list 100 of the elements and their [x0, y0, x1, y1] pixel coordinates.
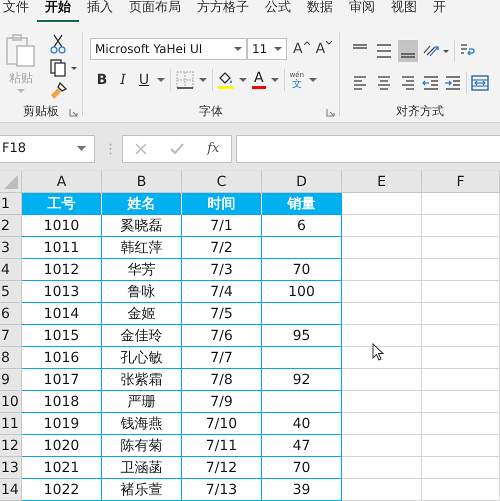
table-cell[interactable]: 7/6 — [182, 325, 262, 347]
table-cell[interactable]: 7/9 — [182, 391, 262, 413]
table-cell[interactable]: 7/7 — [182, 347, 262, 369]
table-cell[interactable]: 95 — [262, 325, 342, 347]
dropdown-arrow-icon[interactable] — [157, 78, 165, 82]
table-cell[interactable] — [422, 281, 500, 303]
grip-icon[interactable] — [109, 142, 112, 154]
table-cell[interactable]: 1018 — [22, 391, 102, 413]
table-cell[interactable] — [342, 259, 422, 281]
insert-function-button[interactable]: fx — [207, 141, 220, 156]
table-cell[interactable]: 6 — [262, 215, 342, 237]
cut-icon[interactable] — [50, 34, 66, 54]
table-cell[interactable]: 1015 — [22, 325, 102, 347]
table-cell[interactable]: 1014 — [22, 303, 102, 325]
table-cell[interactable] — [342, 435, 422, 457]
ribbon-tab[interactable]: 审阅 — [341, 0, 383, 22]
row-header[interactable]: 13 — [0, 457, 22, 479]
ribbon-tab[interactable]: 插入 — [79, 0, 121, 22]
check-icon[interactable] — [170, 142, 184, 154]
table-cell[interactable]: 100 — [262, 281, 342, 303]
dialog-launcher-icon[interactable] — [69, 108, 78, 117]
table-cell[interactable]: 7/3 — [182, 259, 262, 281]
ribbon-tab[interactable]: 开 — [425, 0, 454, 22]
table-cell[interactable] — [342, 303, 422, 325]
table-cell[interactable]: 39 — [262, 479, 342, 501]
table-cell[interactable]: 1013 — [22, 281, 102, 303]
table-cell[interactable]: 7/1 — [182, 215, 262, 237]
table-cell[interactable]: 奚晓磊 — [102, 215, 182, 237]
table-cell[interactable] — [422, 237, 500, 259]
table-cell[interactable] — [422, 435, 500, 457]
table-cell[interactable]: 褚乐萱 — [102, 479, 182, 501]
table-cell[interactable]: 1010 — [22, 215, 102, 237]
formula-input[interactable] — [236, 134, 500, 162]
row-header[interactable]: 8 — [0, 347, 22, 369]
font-name-field[interactable]: Microsoft YaHei UI — [90, 38, 247, 60]
table-cell[interactable]: 7/2 — [182, 237, 262, 259]
table-cell[interactable]: 7/4 — [182, 281, 262, 303]
row-header[interactable]: 12 — [0, 435, 22, 457]
column-header[interactable]: F — [422, 171, 500, 193]
increase-indent-icon[interactable] — [444, 75, 462, 91]
font-color-button[interactable]: A — [252, 71, 266, 89]
table-cell[interactable] — [422, 391, 500, 413]
table-cell[interactable]: 韩红萍 — [102, 237, 182, 259]
cancel-icon[interactable] — [134, 142, 147, 154]
ribbon-tab[interactable]: 视图 — [383, 0, 425, 22]
table-cell[interactable] — [422, 193, 500, 215]
table-cell[interactable] — [342, 281, 422, 303]
table-cell[interactable]: 孔心敏 — [102, 347, 182, 369]
table-cell[interactable] — [422, 259, 500, 281]
table-cell[interactable]: 7/5 — [182, 303, 262, 325]
table-cell[interactable] — [342, 215, 422, 237]
table-cell[interactable]: 陈有菊 — [102, 435, 182, 457]
table-cell[interactable]: 1016 — [22, 347, 102, 369]
table-cell[interactable]: 40 — [262, 413, 342, 435]
dropdown-arrow-icon[interactable] — [234, 46, 242, 52]
table-cell[interactable]: 70 — [262, 457, 342, 479]
table-cell[interactable]: 华芳 — [102, 259, 182, 281]
format-painter-icon[interactable] — [50, 82, 68, 100]
column-header[interactable]: D — [262, 171, 342, 193]
table-cell[interactable] — [342, 391, 422, 413]
table-cell[interactable] — [422, 369, 500, 391]
column-header[interactable]: B — [102, 171, 182, 193]
table-cell[interactable] — [422, 303, 500, 325]
dropdown-arrow-icon[interactable] — [270, 78, 279, 82]
dropdown-arrow-icon[interactable] — [309, 78, 318, 82]
row-header[interactable]: 4 — [0, 259, 22, 281]
table-cell[interactable]: 金姬 — [102, 303, 182, 325]
column-header[interactable]: E — [342, 171, 422, 193]
table-cell[interactable]: 7/12 — [182, 457, 262, 479]
table-cell[interactable] — [262, 347, 342, 369]
row-header[interactable]: 1 — [0, 193, 22, 215]
table-cell[interactable]: 严珊 — [102, 391, 182, 413]
ribbon-tab[interactable]: 方方格子 — [189, 0, 257, 22]
ribbon-tab[interactable]: 数据 — [299, 0, 341, 22]
dropdown-arrow-icon[interactable] — [274, 46, 282, 52]
table-cell[interactable]: 钱海燕 — [102, 413, 182, 435]
table-cell[interactable]: 1012 — [22, 259, 102, 281]
select-all-icon[interactable] — [4, 175, 18, 189]
borders-icon[interactable] — [176, 71, 194, 89]
table-cell[interactable] — [262, 303, 342, 325]
table-cell[interactable]: 1019 — [22, 413, 102, 435]
table-cell[interactable]: 1022 — [22, 479, 102, 501]
name-box[interactable]: F18 — [0, 134, 95, 162]
column-header[interactable]: A — [22, 171, 102, 193]
table-cell[interactable]: 张紫霜 — [102, 369, 182, 391]
underline-button[interactable]: U — [136, 72, 152, 88]
table-cell[interactable]: 7/8 — [182, 369, 262, 391]
table-cell[interactable] — [422, 457, 500, 479]
row-header[interactable]: 7 — [0, 325, 22, 347]
row-header[interactable]: 5 — [0, 281, 22, 303]
orientation-icon[interactable] — [422, 43, 450, 59]
table-cell[interactable]: 7/10 — [182, 413, 262, 435]
table-cell[interactable]: 47 — [262, 435, 342, 457]
table-cell[interactable] — [342, 237, 422, 259]
ribbon-tab[interactable]: 开始 — [37, 0, 79, 22]
dropdown-arrow-icon[interactable] — [239, 78, 247, 82]
ribbon-tab[interactable]: 文件 — [0, 0, 37, 22]
table-cell[interactable] — [422, 215, 500, 237]
row-header[interactable]: 9 — [0, 369, 22, 391]
table-cell[interactable] — [342, 413, 422, 435]
